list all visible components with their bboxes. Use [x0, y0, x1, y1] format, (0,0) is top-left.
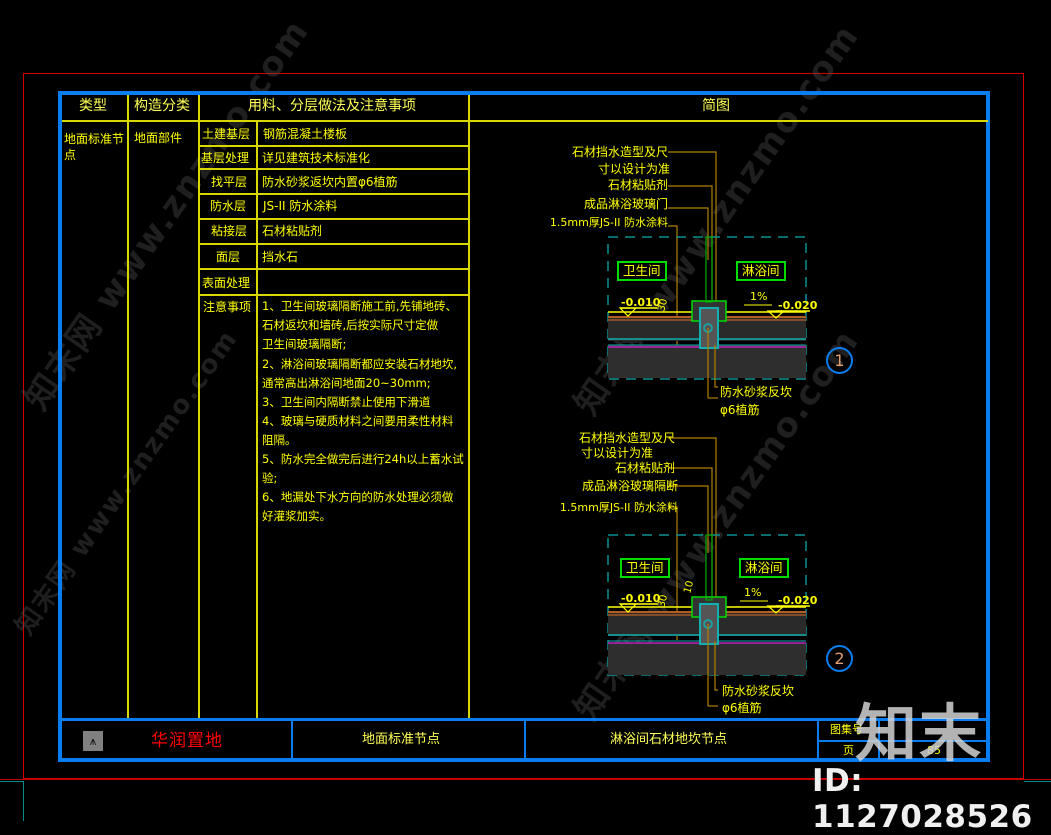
callout-label: 1.5mm厚JS-II 防水涂料 [550, 215, 668, 229]
note-line: 5、防水完全做完后进行24h以上蓄水试 [262, 452, 464, 466]
header-category: 构造分类 [134, 98, 190, 114]
teal-guide-line [23, 781, 24, 821]
room-label-toilet: 卫生间 [620, 558, 670, 578]
layer-value: 防水砂浆返坎内置φ6植筋 [262, 175, 398, 189]
page-label: 页 [843, 744, 854, 757]
room-label-toilet: 卫生间 [617, 261, 667, 281]
column-divider [198, 95, 200, 718]
layer-name: 面层 [216, 250, 241, 264]
layer-value: 石材粘贴剂 [262, 224, 323, 238]
id-watermark: ID: 1127028526 [812, 763, 1033, 835]
layer-value: 挡水石 [262, 250, 299, 264]
note-line: 3、卫生间内隔断禁止使用下滑道 [262, 395, 431, 409]
detail-number: 2 [826, 645, 853, 672]
callout-label: 石材挡水造型及尺 [572, 145, 668, 159]
layer-value: 钢筋混凝土楼板 [263, 127, 348, 141]
note-line: 1、卫生间玻璃隔断施工前,先铺地砖、 [262, 299, 457, 313]
note-line: 验; [262, 471, 278, 485]
header-type: 类型 [79, 98, 107, 114]
layer-name: 防水层 [210, 199, 247, 213]
callout-label: 石材粘贴剂 [608, 177, 668, 192]
brand-watermark: 知末 [855, 697, 984, 770]
title-block-divider [291, 720, 293, 760]
row-divider [199, 294, 469, 296]
row-divider [199, 243, 469, 245]
company-name: 华润置地 [151, 731, 223, 751]
callout-label: 防水砂浆反坎 [720, 384, 792, 399]
detail-number: 1 [826, 347, 853, 374]
callout-label: 防水砂浆反坎 [722, 683, 794, 698]
slope-value: 1% [744, 586, 761, 599]
level-right: -0.020 [778, 299, 818, 312]
note-line: 4、玻璃与硬质材料之间要用柔性材料 [262, 414, 454, 428]
callout-label: 成品淋浴玻璃隔断 [582, 478, 678, 493]
title-block-divider [524, 720, 526, 760]
layer-name: 土建基层 [202, 127, 251, 141]
note-line: 石材返坎和墙砖,后按实际尺寸定做 [262, 318, 439, 332]
header-sketch: 简图 [702, 98, 730, 114]
callout-label: 寸以设计为准 [598, 162, 670, 176]
note-line: 通常高出淋浴间地面20~30mm; [262, 376, 431, 390]
row-divider [199, 268, 469, 270]
row-divider [199, 168, 469, 170]
room-label-shower: 淋浴间 [739, 558, 789, 578]
layer-name: 粘接层 [211, 224, 248, 238]
column-divider [468, 95, 470, 718]
layer-value: JS-II 防水涂料 [263, 199, 338, 213]
note-line: 好灌浆加实。 [262, 509, 331, 523]
category-value: 地面部件 [134, 131, 183, 145]
section-name: 地面标准节点 [362, 732, 441, 747]
layer-name: 表面处理 [202, 276, 251, 290]
note-line: 2、淋浴间玻璃隔断都应安装石材地坎, [262, 357, 457, 371]
callout-label: 石材挡水造型及尺 [579, 431, 675, 445]
level-right: -0.020 [778, 594, 818, 607]
dimension-value: 10 [682, 580, 696, 595]
column-divider [256, 122, 258, 718]
callout-label: 寸以设计为准 [581, 446, 653, 460]
drawing-name: 淋浴间石材地坎节点 [610, 732, 728, 747]
layer-name: 基层处理 [201, 151, 250, 165]
row-divider [199, 145, 469, 147]
type-value: 地面标准节点 [64, 132, 125, 162]
layer-value: 详见建筑技术标准化 [262, 151, 371, 165]
callout-label: φ6植筋 [720, 402, 760, 417]
notes-label: 注意事项 [203, 300, 252, 314]
room-label-shower: 淋浴间 [736, 261, 786, 281]
column-divider [127, 95, 129, 718]
level-left: -0.010 [621, 296, 661, 309]
section-drawing: -0.010 30 10 -0.020 1% 石材挡水造型及尺 寸以设计为准 石… [560, 431, 818, 715]
dimension-value: 30 [656, 298, 670, 313]
row-divider [199, 218, 469, 220]
layer-name: 找平层 [211, 175, 248, 189]
callout-label: 1.5mm厚JS-II 防水涂料 [560, 500, 678, 514]
callout-label: 成品淋浴玻璃门 [584, 196, 668, 211]
note-line: 卫生间玻璃隔断; [262, 337, 347, 351]
callout-label: 石材粘贴剂 [615, 460, 675, 475]
note-line: 阻隔。 [262, 433, 297, 447]
note-line: 6、地漏处下水方向的防水处理必须做 [262, 490, 454, 504]
slope-value: 1% [750, 290, 767, 303]
section-drawing: -0.010 30 -0.020 1% 石材挡水造型及尺 寸以设计为准 石材粘贴… [550, 145, 818, 417]
row-divider [199, 193, 469, 195]
teal-guide-line [0, 781, 23, 782]
header-divider [62, 120, 988, 122]
header-materials: 用料、分层做法及注意事项 [248, 98, 416, 114]
company-logo-icon: ⩚ [83, 731, 103, 751]
level-left: -0.010 [621, 592, 661, 605]
callout-label: φ6植筋 [722, 700, 762, 715]
